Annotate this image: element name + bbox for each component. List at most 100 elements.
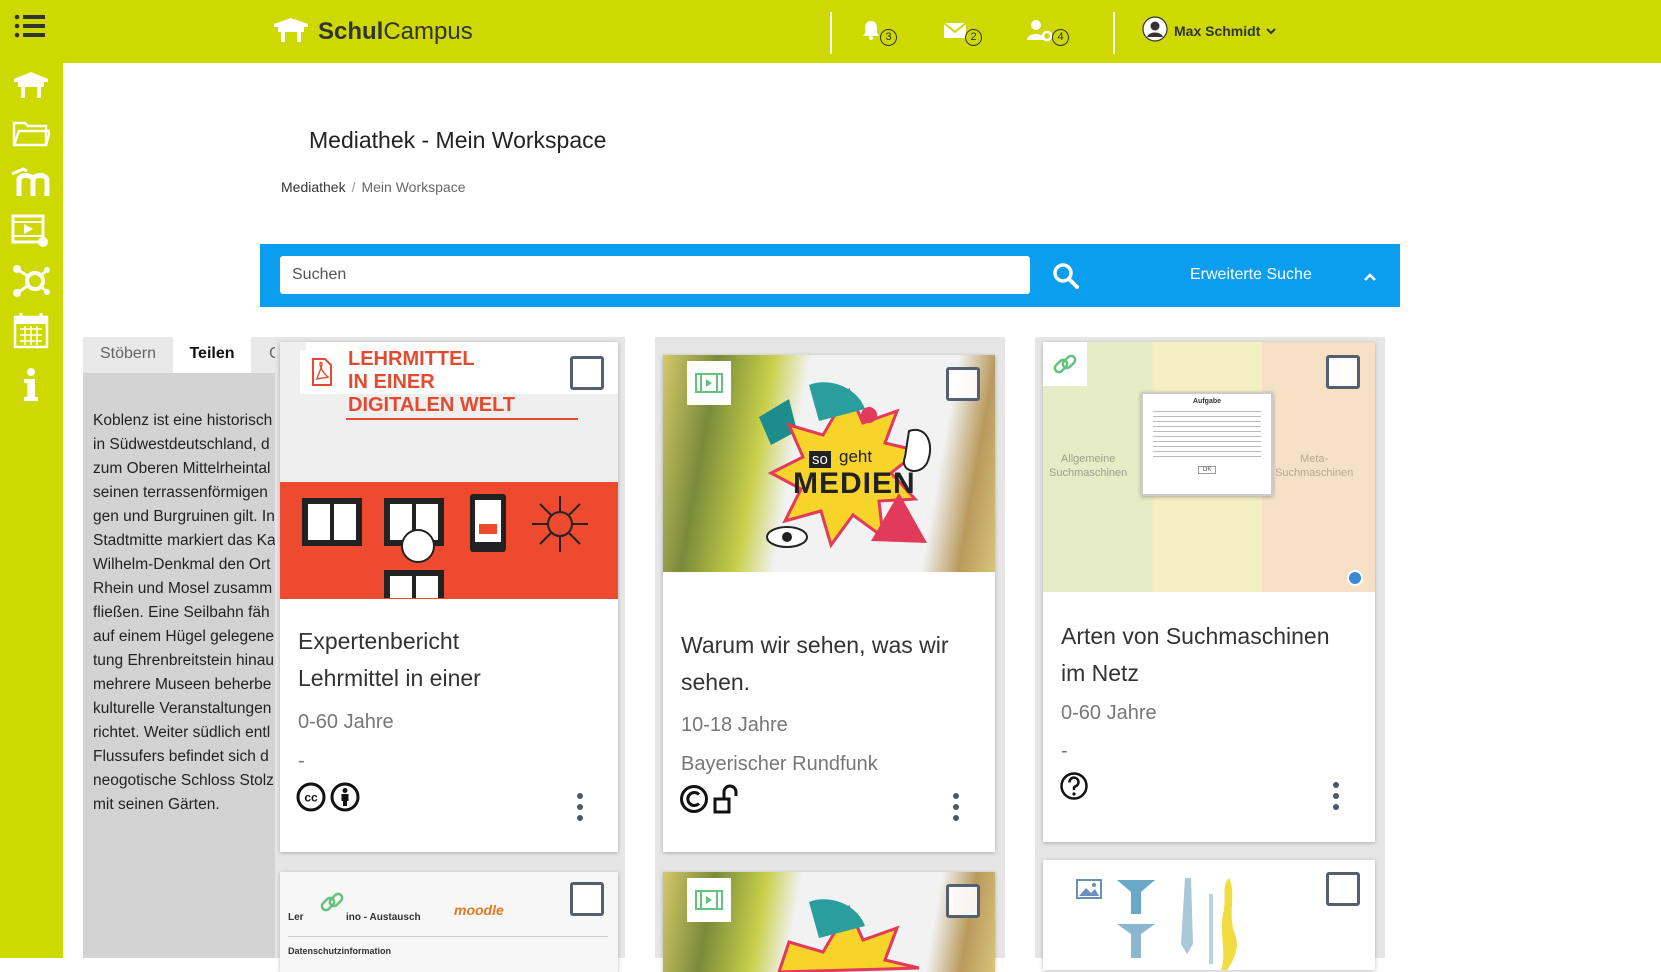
card-age-range: 10-18 Jahre: [681, 714, 788, 736]
home-icon[interactable]: [10, 65, 52, 105]
thumb-text: DIGITALEN WELT: [348, 394, 516, 416]
open-lock-icon: [713, 784, 739, 819]
h5p-badge-icon: [1347, 570, 1363, 586]
panel-line: Rhein und Mosel zusamm: [93, 580, 273, 597]
contacts-button[interactable]: 4: [1026, 18, 1069, 46]
calendar-icon[interactable]: [10, 310, 52, 350]
user-name: Max Schmidt: [1174, 23, 1261, 39]
top-bar: SchulCampus 3 2 4 Max Schmidt: [0, 0, 1661, 63]
campus-logo-icon: [272, 16, 310, 49]
brand-name: SchulCampus: [318, 18, 473, 45]
user-menu[interactable]: Max Schmidt: [1142, 15, 1277, 47]
card-publisher: Bayerischer Rundfunk: [681, 753, 878, 775]
tab-stoebern[interactable]: Stöbern: [83, 337, 173, 373]
card-more-menu[interactable]: [570, 789, 590, 825]
advanced-search-link[interactable]: Erweiterte Suche: [1190, 266, 1312, 284]
card-more-menu[interactable]: [1326, 778, 1346, 814]
card-title[interactable]: Expertenbericht Lehrmittel in einer: [298, 623, 598, 697]
card-select-checkbox[interactable]: [1326, 872, 1360, 906]
thumb-text: Suchmaschinen: [1275, 467, 1354, 479]
media-card[interactable]: [1043, 860, 1375, 970]
panel-line: Flussufers befindet sich d: [93, 748, 269, 765]
card-select-checkbox[interactable]: [570, 882, 604, 916]
card-select-checkbox[interactable]: [570, 356, 604, 390]
pdf-icon: [300, 350, 344, 394]
sidebar: [0, 63, 63, 958]
breadcrumb-separator: /: [351, 179, 356, 195]
panel-line: fließen. Eine Seilbahn fäh: [93, 604, 270, 621]
card-license: [1059, 771, 1089, 806]
user-avatar-icon: [1142, 15, 1168, 47]
card-select-checkbox[interactable]: [946, 884, 980, 918]
thumb-text: moodle: [454, 902, 504, 918]
chevron-down-icon: [1266, 22, 1277, 40]
panel-line: neogotische Schloss Stolz: [93, 772, 274, 789]
panel-line: in Südwestdeutschland, d: [93, 436, 270, 453]
notifications-count: 3: [880, 28, 897, 46]
panel-line: tung Ehrenbreitstein hinau: [93, 652, 274, 669]
media-icon[interactable]: [10, 211, 52, 251]
search-bar: Erweiterte Suche: [260, 244, 1400, 307]
card-title-line: sehen.: [681, 669, 751, 695]
media-card[interactable]: so geht MEDIEN Warum wir sehen, was wir …: [663, 355, 995, 852]
by-icon: [330, 782, 360, 817]
media-card[interactable]: Aufgabe OK Allgemeine Suchmaschinen Meta…: [1043, 342, 1375, 842]
thumb-text: MEDIEN: [793, 467, 916, 500]
card-title-line: Arten von Suchmaschinen: [1061, 623, 1330, 649]
chevron-up-icon[interactable]: [1362, 270, 1378, 282]
folder-icon[interactable]: [10, 113, 52, 153]
messages-count: 2: [965, 28, 982, 46]
card-publisher: -: [298, 750, 305, 772]
card-title[interactable]: Arten von Suchmaschinen im Netz: [1061, 618, 1361, 692]
thumb-text: IN EINER: [348, 371, 435, 393]
search-icon[interactable]: [1050, 260, 1082, 292]
card-license: [679, 784, 739, 819]
video-icon: [687, 878, 731, 922]
media-card[interactable]: LEHRMITTEL IN EINER DIGITALEN WELT Exper…: [280, 342, 618, 852]
card-age-range: 0-60 Jahre: [298, 711, 394, 733]
tab-teilen[interactable]: Teilen: [173, 337, 251, 373]
menu-icon[interactable]: [12, 10, 48, 42]
panel-line: Koblenz ist eine historisch: [93, 412, 273, 429]
card-title-line: im Netz: [1061, 660, 1139, 686]
brand-logo[interactable]: SchulCampus: [272, 14, 473, 50]
media-card[interactable]: [663, 872, 995, 972]
notifications-button[interactable]: 3: [860, 18, 897, 46]
thumb-text: geht: [839, 447, 873, 466]
card-age-range: 0-60 Jahre: [1061, 702, 1157, 724]
search-input[interactable]: [280, 256, 1030, 294]
thumb-text: OK: [1197, 466, 1217, 474]
svg-text:cc: cc: [304, 790, 318, 804]
thumb-text: Suchmaschinen: [1049, 467, 1128, 479]
panel-description: Koblenz ist eine historisch in Südwestde…: [93, 409, 276, 817]
thumb-text: Allgemeine: [1060, 453, 1116, 465]
media-card[interactable]: Ler ino - Austausch moodle Datenschutzin…: [280, 872, 618, 972]
link-icon: [310, 880, 354, 924]
bell-icon: [860, 19, 882, 46]
link-icon: [1043, 342, 1087, 386]
thumb-text: Ler: [288, 912, 304, 923]
card-select-checkbox[interactable]: [1326, 355, 1360, 389]
breadcrumb-root[interactable]: Mediathek: [281, 179, 346, 195]
card-more-menu[interactable]: [946, 789, 966, 825]
network-icon[interactable]: [10, 261, 52, 301]
info-icon[interactable]: [10, 365, 52, 405]
panel-line: Wilhelm-Denkmal den Ort: [93, 556, 271, 573]
page-title: Mediathek - Mein Workspace: [309, 127, 607, 153]
side-panel: Stöbern Teilen C Koblenz ist eine histor…: [83, 337, 276, 958]
breadcrumb-current: Mein Workspace: [361, 179, 466, 195]
panel-line: seinen terrassenförmigen: [93, 484, 268, 501]
thumb-text: Aufgabe: [1193, 398, 1221, 405]
messages-button[interactable]: 2: [943, 18, 982, 46]
moodle-icon[interactable]: [10, 162, 52, 202]
card-title-line: Lehrmittel in einer: [298, 665, 481, 691]
contacts-count: 4: [1052, 28, 1069, 46]
unknown-license-icon: [1059, 771, 1089, 806]
card-select-checkbox[interactable]: [946, 367, 980, 401]
header-divider: [1113, 12, 1115, 54]
card-title[interactable]: Warum wir sehen, was wir sehen.: [681, 627, 981, 701]
card-publisher: -: [1061, 740, 1068, 762]
user-settings-icon: [1026, 18, 1054, 47]
panel-line: mehrere Museen beherbe: [93, 676, 272, 693]
video-icon: [687, 361, 731, 405]
